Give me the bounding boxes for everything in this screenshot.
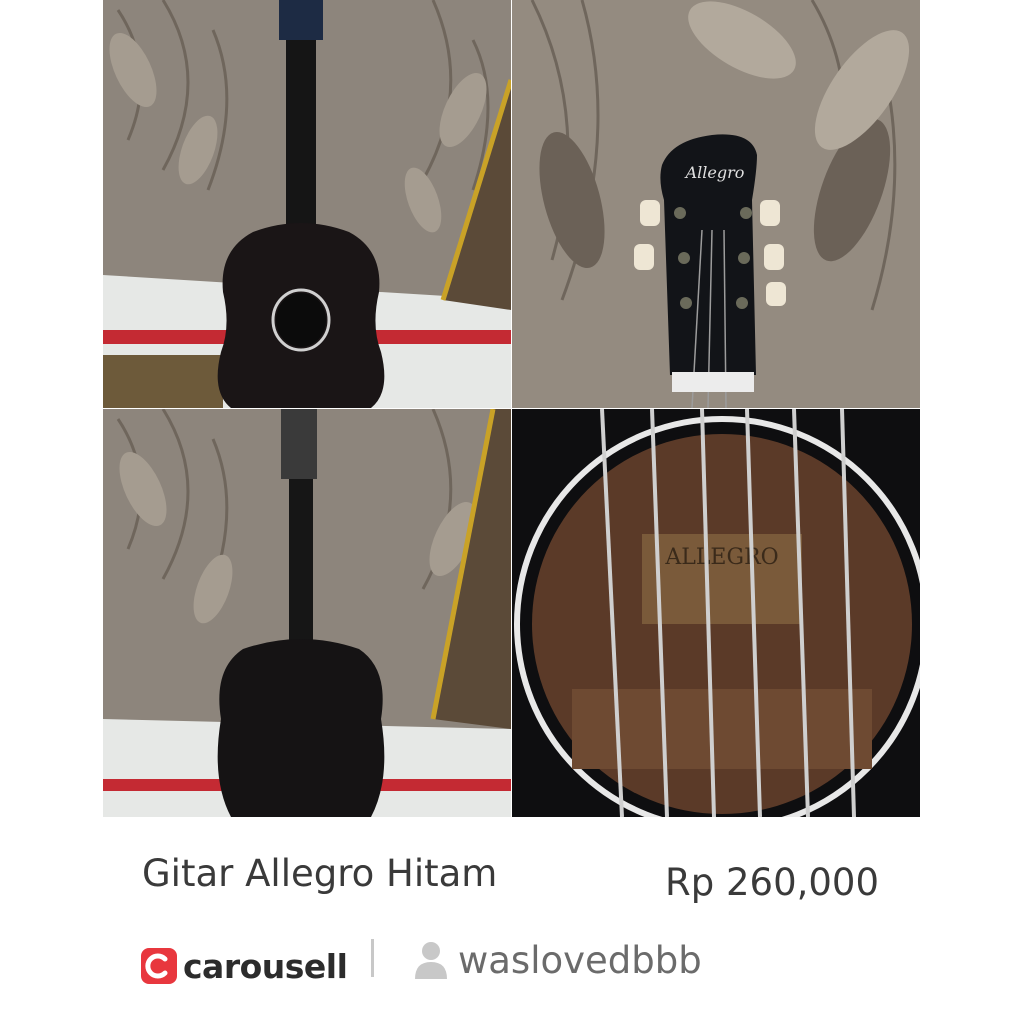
photo-grid: Allegro ALLEGRO: [103, 0, 920, 817]
guitar-front-image: [103, 0, 511, 408]
guitar-back-image: [103, 409, 511, 817]
guitar-soundhole-image: ALLEGRO: [512, 409, 920, 817]
brand-name: carousell: [183, 946, 348, 986]
seller-username: waslovedbbb: [458, 938, 702, 982]
guitar-back-photo[interactable]: [103, 409, 511, 817]
listing-title[interactable]: Gitar Allegro Hitam: [142, 852, 497, 895]
soundhole-label-text: ALLEGRO: [664, 545, 778, 570]
carousell-brand[interactable]: carousell: [141, 946, 348, 986]
listing-price: Rp 260,000: [665, 861, 879, 904]
guitar-headstock-image: Allegro: [512, 0, 920, 408]
user-icon: [415, 942, 447, 979]
guitar-front-photo[interactable]: [103, 0, 511, 408]
guitar-headstock-photo[interactable]: Allegro: [512, 0, 920, 408]
seller-info[interactable]: waslovedbbb: [414, 938, 702, 982]
divider: [371, 939, 374, 977]
guitar-soundhole-photo[interactable]: ALLEGRO: [512, 409, 920, 817]
headstock-logo-text: Allegro: [684, 163, 745, 182]
carousell-logo-icon: [141, 948, 177, 984]
